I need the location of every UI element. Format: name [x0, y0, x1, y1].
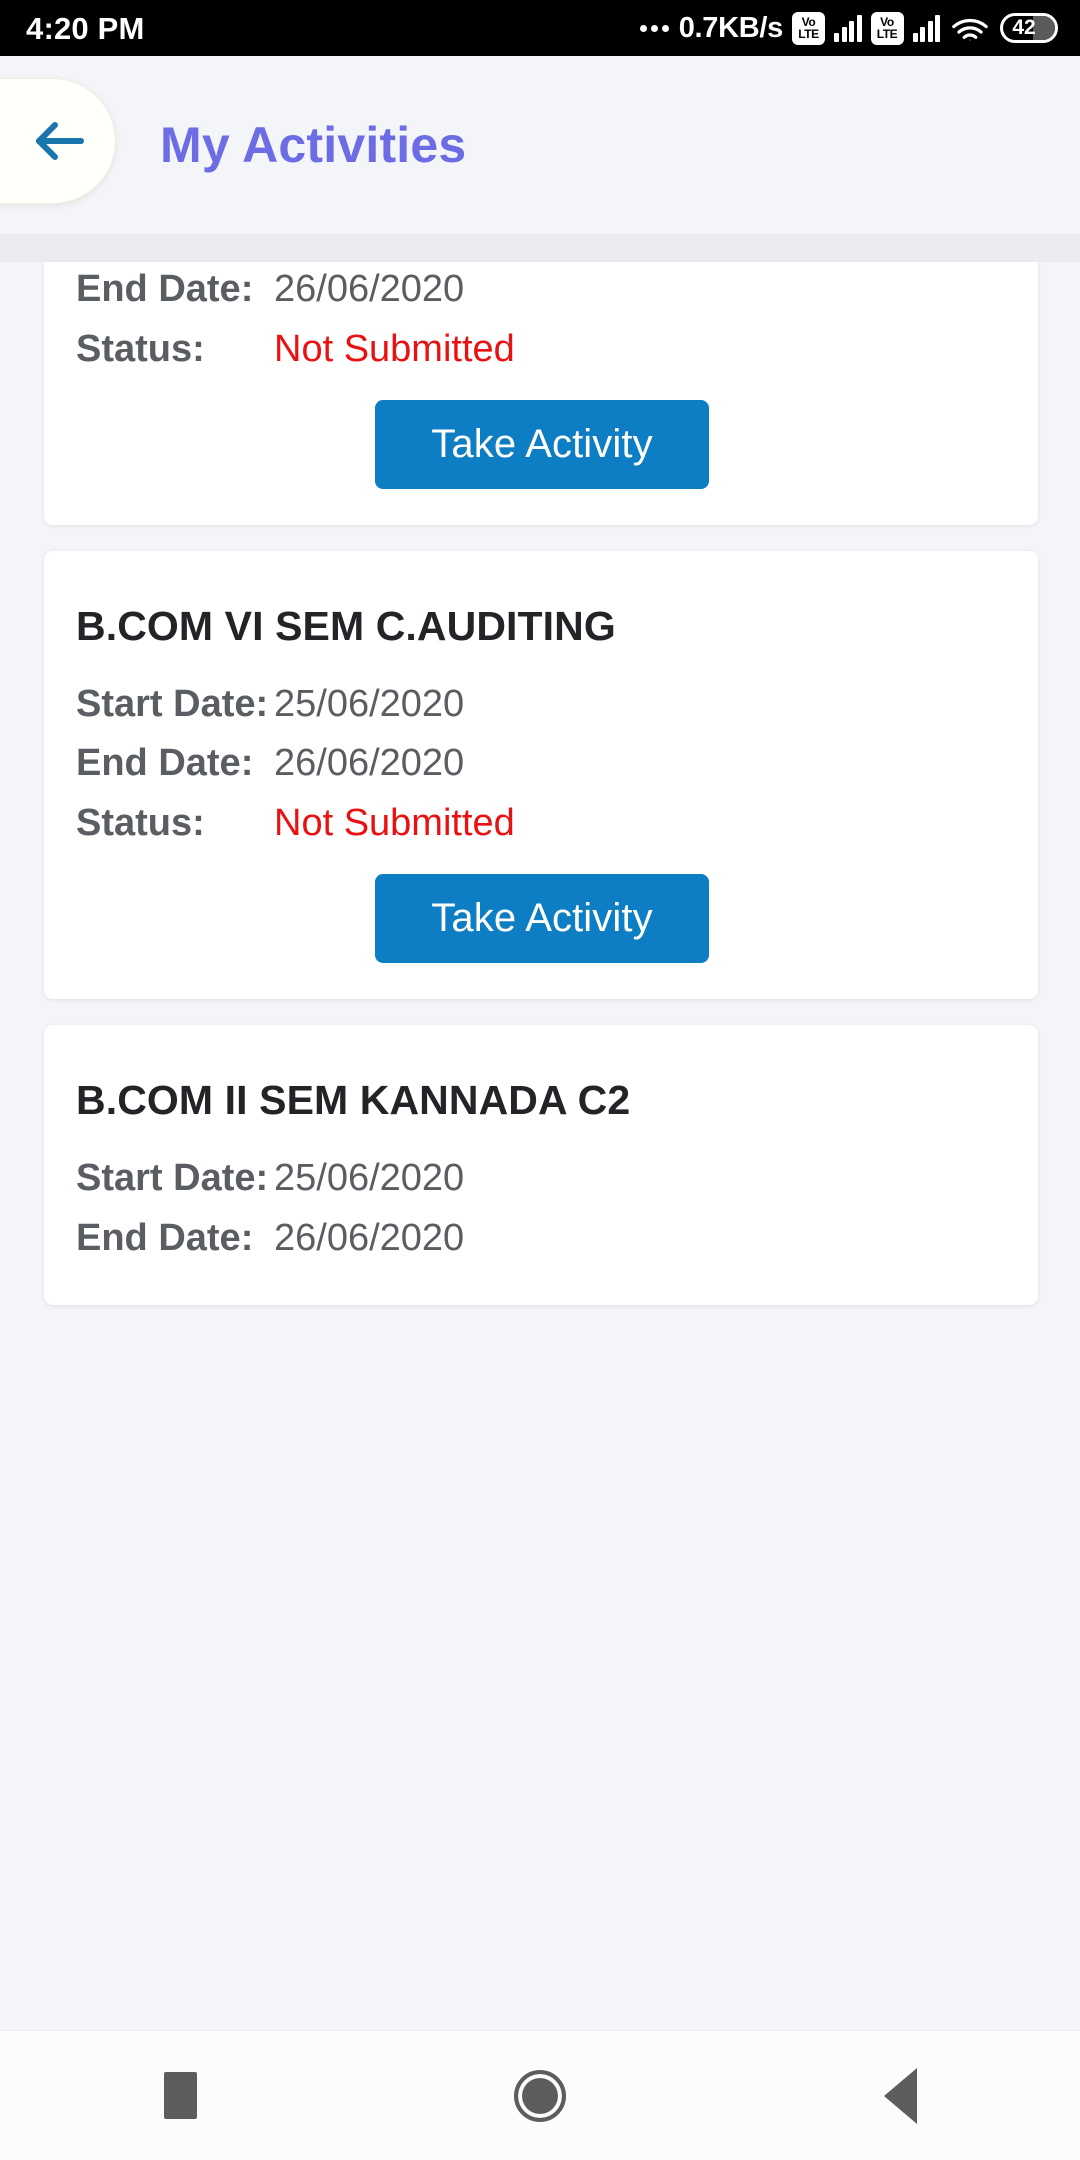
end-date-row: End Date: 26/06/2020 — [76, 1211, 1008, 1267]
start-date-row: Start Date: 25/06/2020 — [76, 1151, 1008, 1207]
end-date-label: End Date: — [76, 1216, 254, 1259]
end-date-row: End Date: 26/06/2020 — [76, 736, 1008, 792]
activities-scroll-area[interactable]: End Date: 26/06/2020 Status: Not Submitt… — [0, 234, 1080, 2030]
status-bar-clock: 4:20 PM — [26, 10, 145, 46]
activity-title: B.COM VI SEM C.AUDITING — [76, 602, 616, 649]
volte-bottom-label: LTE — [876, 27, 898, 41]
android-nav-bar — [0, 2030, 1080, 2160]
status-bar-icons: 0.7KB/s Vo LTE Vo LTE 42 — [639, 11, 1058, 45]
status-row: Status: Not Submitted — [76, 322, 1008, 378]
take-activity-button[interactable]: Take Activity — [375, 399, 709, 489]
start-date-value: 25/06/2020 — [274, 1156, 465, 1199]
activity-card[interactable]: B.COM II SEM KANNADA C2 Start Date: 25/0… — [44, 1024, 1038, 1305]
start-date-label: Start Date: — [76, 682, 269, 725]
status-label: Status: — [76, 327, 205, 370]
card-action-area: Take Activity — [76, 856, 1008, 965]
signal-bars-icon — [912, 14, 940, 42]
nav-home-button[interactable] — [440, 2031, 640, 2160]
arrow-left-icon — [29, 113, 91, 169]
status-label: Status: — [76, 802, 205, 845]
activity-list: End Date: 26/06/2020 Status: Not Submitt… — [0, 262, 1080, 1331]
take-activity-button[interactable]: Take Activity — [375, 874, 709, 963]
ellipsis-icon — [639, 24, 669, 32]
status-bar: 4:20 PM 0.7KB/s Vo LTE Vo LTE 42 — [0, 0, 1080, 56]
status-badge: Not Submitted — [274, 327, 515, 370]
activity-title: B.COM II SEM KANNADA C2 — [76, 1076, 631, 1123]
activity-card[interactable]: B.COM VI SEM C.AUDITING Start Date: 25/0… — [44, 550, 1038, 999]
back-button[interactable] — [0, 78, 116, 204]
end-date-value: 26/06/2020 — [274, 268, 465, 310]
wifi-icon — [951, 14, 989, 42]
signal-bars-icon — [834, 14, 862, 42]
network-rate-text: 0.7KB/s — [678, 11, 784, 44]
phone-screen: 4:20 PM 0.7KB/s Vo LTE Vo LTE 42 My Acti… — [0, 0, 1080, 2160]
circle-icon — [514, 2069, 566, 2122]
nav-recents-button[interactable] — [80, 2031, 280, 2160]
volte-icon: Vo LTE — [792, 11, 825, 45]
end-date-label: End Date: — [76, 268, 254, 310]
battery-level-label: 42 — [1012, 16, 1036, 39]
page-title: My Activities — [160, 117, 467, 173]
status-row: Status: Not Submitted — [76, 796, 1008, 852]
status-badge: Not Submitted — [274, 802, 515, 845]
app-header: My Activities — [0, 56, 1080, 234]
start-date-label: Start Date: — [76, 1156, 269, 1199]
start-date-value: 25/06/2020 — [274, 682, 465, 725]
end-date-value: 26/06/2020 — [274, 1216, 465, 1259]
battery-icon: 42 — [1000, 13, 1058, 43]
volte-bottom-label: LTE — [798, 27, 819, 41]
end-date-value: 26/06/2020 — [274, 742, 465, 785]
activity-card[interactable]: End Date: 26/06/2020 Status: Not Submitt… — [44, 262, 1038, 525]
nav-back-button[interactable] — [800, 2031, 1000, 2160]
end-date-row: End Date: 26/06/2020 — [76, 262, 1008, 318]
start-date-row: Start Date: 25/06/2020 — [76, 677, 1008, 733]
end-date-label: End Date: — [76, 742, 254, 785]
scroll-top-shade — [0, 234, 1080, 262]
volte-icon: Vo LTE — [870, 11, 904, 45]
triangle-back-icon — [883, 2067, 917, 2124]
card-action-area: Take Activity — [76, 382, 1008, 491]
square-icon — [163, 2072, 197, 2119]
